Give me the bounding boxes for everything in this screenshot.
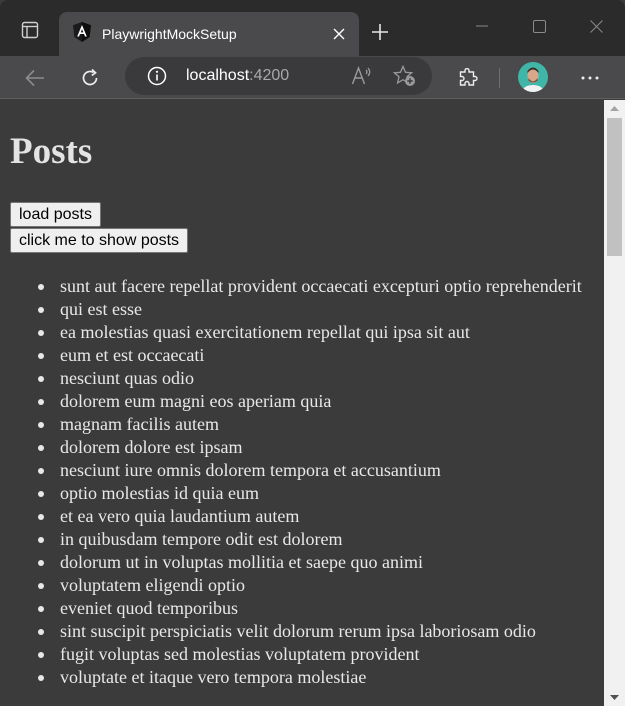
close-tab-button[interactable] xyxy=(325,20,353,48)
extensions-button[interactable] xyxy=(452,62,484,94)
more-button[interactable] xyxy=(574,62,606,94)
avatar[interactable] xyxy=(518,62,548,92)
maximize-icon xyxy=(532,19,546,33)
arrow-up-icon xyxy=(610,106,619,111)
page-viewport: Posts load posts click me to show posts … xyxy=(0,100,604,706)
puzzle-icon xyxy=(459,68,478,86)
back-button[interactable] xyxy=(19,62,51,94)
close-icon xyxy=(333,28,345,40)
url-port: :4200 xyxy=(249,67,290,84)
list-item: magnam facilis autem xyxy=(0,413,604,436)
minimize-icon xyxy=(476,25,488,27)
list-item: et ea vero quia laudantium autem xyxy=(0,505,604,528)
refresh-button[interactable] xyxy=(74,62,106,94)
list-item: dolorum ut in voluptas mollitia et saepe… xyxy=(0,551,604,574)
url-host: localhost xyxy=(186,67,250,84)
close-icon xyxy=(589,19,603,33)
browser-toolbar: localhost:4200 xyxy=(0,56,625,99)
show-posts-button[interactable]: click me to show posts xyxy=(10,228,189,253)
maximize-button[interactable] xyxy=(523,12,555,40)
toolbar-divider xyxy=(499,68,500,88)
scrollbar-thumb[interactable] xyxy=(607,118,622,256)
more-icon xyxy=(581,76,599,80)
list-item: eum et est occaecati xyxy=(0,344,604,367)
refresh-icon xyxy=(82,68,98,86)
page-title: Posts xyxy=(10,131,93,172)
list-item: dolorem dolore est ipsam xyxy=(0,436,604,459)
vertical-scrollbar[interactable] xyxy=(604,100,625,706)
list-item: dolorem eum magni eos aperiam quia xyxy=(0,390,604,413)
tab-actions-button[interactable] xyxy=(10,14,50,50)
list-item: voluptate et itaque vero tempora molesti… xyxy=(0,666,604,689)
plus-icon xyxy=(372,24,388,40)
scroll-down-button[interactable] xyxy=(604,689,625,706)
list-item: fugit voluptas sed molestias voluptatem … xyxy=(0,643,604,666)
list-item: in quibusdam tempore odit est dolorem xyxy=(0,528,604,551)
list-item: qui est esse xyxy=(0,298,604,321)
back-arrow-icon xyxy=(25,69,44,87)
scroll-up-button[interactable] xyxy=(604,100,625,117)
list-item: nesciunt quas odio xyxy=(0,367,604,390)
list-item: voluptatem eligendi optio xyxy=(0,574,604,597)
url-text[interactable]: localhost:4200 xyxy=(186,67,289,85)
arrow-down-icon xyxy=(610,695,619,700)
add-favorite-icon[interactable] xyxy=(392,64,417,92)
angular-icon xyxy=(73,21,91,47)
list-item: eveniet quod temporibus xyxy=(0,597,604,620)
tab-actions-icon xyxy=(21,21,39,44)
new-tab-button[interactable] xyxy=(366,18,394,46)
info-icon[interactable] xyxy=(147,66,167,91)
minimize-button[interactable] xyxy=(466,12,498,40)
list-item: nesciunt iure omnis dolorem tempora et a… xyxy=(0,459,604,482)
posts-list: sunt aut facere repellat provident occae… xyxy=(0,275,604,689)
list-item: sint suscipit perspiciatis velit dolorum… xyxy=(0,620,604,643)
list-item: ea molestias quasi exercitationem repell… xyxy=(0,321,604,344)
list-item: optio molestias id quia eum xyxy=(0,482,604,505)
tab-title: PlaywrightMockSetup xyxy=(102,26,237,42)
browser-titlebar: PlaywrightMockSetup xyxy=(0,0,625,56)
read-aloud-icon[interactable] xyxy=(351,66,373,91)
address-bar[interactable]: localhost:4200 xyxy=(125,57,432,95)
load-posts-button[interactable]: load posts xyxy=(10,202,101,227)
list-item: sunt aut facere repellat provident occae… xyxy=(0,275,604,298)
close-window-button[interactable] xyxy=(580,12,612,40)
browser-tab-active[interactable]: PlaywrightMockSetup xyxy=(59,12,359,56)
